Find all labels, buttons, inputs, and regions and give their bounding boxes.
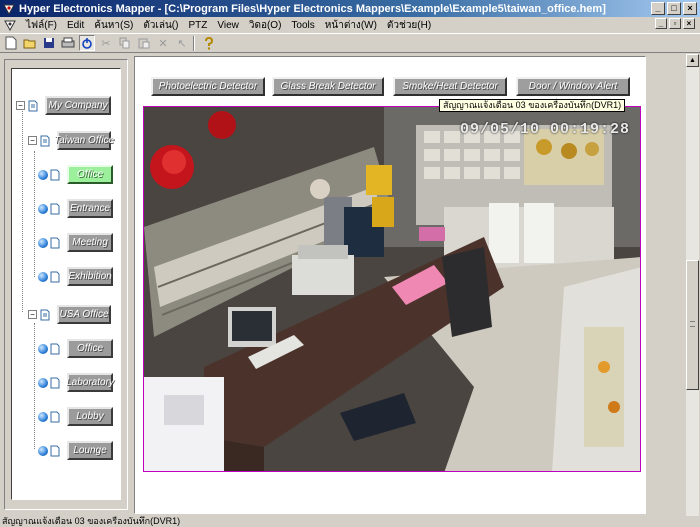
map-document-icon xyxy=(50,445,60,456)
window-title: Hyper Electronics Mapper - [C:\Program F… xyxy=(19,2,606,15)
tree-node-my-company[interactable]: − My Company xyxy=(16,96,111,115)
paste-icon[interactable] xyxy=(136,35,152,51)
vertical-scrollbar[interactable]: ▲ xyxy=(686,54,699,516)
collapse-icon[interactable]: − xyxy=(28,310,37,319)
copy-icon[interactable] xyxy=(117,35,133,51)
tree-label[interactable]: Entrance xyxy=(67,199,113,218)
tree-node-taiwan-office-office[interactable]: Office xyxy=(38,165,113,184)
map-document-icon xyxy=(50,411,60,422)
map-document-icon xyxy=(50,271,60,282)
map-view: Photoelectric Detector Glass Break Detec… xyxy=(134,56,646,514)
tree-label[interactable]: Exhibition xyxy=(67,267,113,286)
menu-video[interactable]: วิดอ(O) xyxy=(244,18,287,33)
delete-icon[interactable]: ✕ xyxy=(155,35,171,51)
tree-node-lounge[interactable]: Lounge xyxy=(38,441,113,460)
camera-bulb-icon xyxy=(38,203,48,214)
camera-bulb-icon xyxy=(38,377,48,388)
minimize-button[interactable]: _ xyxy=(651,2,665,15)
app-icon xyxy=(3,4,15,15)
map-document-icon xyxy=(50,237,60,248)
tree-line xyxy=(34,323,35,449)
map-document-icon xyxy=(50,343,60,354)
print-icon[interactable] xyxy=(60,35,76,51)
status-bar: สัญญาณแจ้งเตือน 03 ของเครื่องบันทึก(DVR1… xyxy=(2,516,181,526)
client-area: − My Company − Taiwan Office Office Entr… xyxy=(0,54,700,516)
map-tree-panel: − My Company − Taiwan Office Office Entr… xyxy=(4,59,128,510)
tree-label[interactable]: Meeting xyxy=(67,233,113,252)
camera-bulb-icon xyxy=(38,445,48,456)
title-bar[interactable]: Hyper Electronics Mapper - [C:\Program F… xyxy=(0,0,700,17)
save-icon[interactable] xyxy=(41,35,57,51)
camera-bulb-icon xyxy=(38,411,48,422)
camera-bulb-icon xyxy=(38,343,48,354)
tree-node-laboratory[interactable]: Laboratory xyxy=(38,373,114,392)
tree-node-entrance[interactable]: Entrance xyxy=(38,199,113,218)
menu-edit[interactable]: Edit xyxy=(62,20,89,31)
tree-label[interactable]: Office xyxy=(67,165,113,184)
menu-player[interactable]: ตัวเล่น() xyxy=(138,18,183,33)
scroll-up-icon[interactable]: ▲ xyxy=(686,54,699,67)
mdi-close-button[interactable]: × xyxy=(683,18,695,29)
maximize-button[interactable]: □ xyxy=(667,2,681,15)
map-tree: − My Company − Taiwan Office Office Entr… xyxy=(11,68,121,500)
menu-bar: ไฟล์(F) Edit ค้นหา(S) ตัวเล่น() PTZ View… xyxy=(0,17,700,33)
tree-line xyxy=(34,151,35,277)
app-window: Hyper Electronics Mapper - [C:\Program F… xyxy=(0,0,700,527)
tree-label[interactable]: Laboratory xyxy=(66,373,114,392)
camera-bulb-icon xyxy=(38,271,48,282)
photoelectric-detector-button[interactable]: Photoelectric Detector xyxy=(151,77,265,96)
tree-label[interactable]: My Company xyxy=(45,96,111,115)
toolbar-separator xyxy=(193,35,195,51)
collapse-icon[interactable]: − xyxy=(28,136,37,145)
menu-window[interactable]: หน้าต่าง(W) xyxy=(320,18,382,33)
mdi-caption-buttons: _ ▫ × xyxy=(655,18,697,29)
door-window-alert-button[interactable]: Door / Window Alert xyxy=(516,77,630,96)
camera-scene xyxy=(144,107,640,471)
tree-node-usa-office-office[interactable]: Office xyxy=(38,339,113,358)
tree-line xyxy=(22,104,23,312)
menu-ptz[interactable]: PTZ xyxy=(183,20,212,31)
toolbar: ✂ ✕ ↖ xyxy=(0,33,700,53)
close-button[interactable]: × xyxy=(683,2,697,15)
tree-label[interactable]: USA Office xyxy=(57,305,111,324)
power-icon[interactable] xyxy=(79,35,95,51)
scroll-thumb[interactable] xyxy=(686,260,699,390)
tree-node-exhibition[interactable]: Exhibition xyxy=(38,267,113,286)
menu-view[interactable]: View xyxy=(212,20,244,31)
mdi-restore-button[interactable]: ▫ xyxy=(669,18,681,29)
menu-search[interactable]: ค้นหา(S) xyxy=(89,18,138,33)
collapse-icon[interactable]: − xyxy=(16,101,25,110)
tree-label[interactable]: Lobby xyxy=(67,407,113,426)
smoke-heat-detector-button[interactable]: Smoke/Heat Detector xyxy=(393,77,507,96)
map-document-icon xyxy=(28,100,38,111)
mdi-minimize-button[interactable]: _ xyxy=(655,18,667,29)
new-icon[interactable] xyxy=(3,35,19,51)
map-document-icon xyxy=(50,377,60,388)
menu-tools[interactable]: Tools xyxy=(286,20,319,31)
alarm-tooltip: สัญญาณแจ้งเตือน 03 ของเครื่องบันทึก(DVR1… xyxy=(439,99,626,112)
tree-label[interactable]: Office xyxy=(67,339,113,358)
tree-label[interactable]: Taiwan Office xyxy=(54,131,114,150)
document-system-icon[interactable] xyxy=(3,18,17,32)
tree-node-meeting[interactable]: Meeting xyxy=(38,233,113,252)
menu-file[interactable]: ไฟล์(F) xyxy=(21,18,62,33)
map-document-icon xyxy=(50,169,60,180)
camera-bulb-icon xyxy=(38,237,48,248)
menu-help[interactable]: ตัวช่วย(H) xyxy=(382,18,436,33)
open-icon[interactable] xyxy=(22,35,38,51)
camera-timestamp: 09/05/10 00:19:28 xyxy=(459,121,630,138)
tree-node-taiwan-office[interactable]: − Taiwan Office xyxy=(28,131,114,150)
cut-icon[interactable]: ✂ xyxy=(98,35,114,51)
tree-label[interactable]: Lounge xyxy=(67,441,113,460)
map-document-icon xyxy=(50,203,60,214)
map-document-icon xyxy=(40,135,50,146)
map-document-icon xyxy=(40,309,50,320)
pointer-icon[interactable]: ↖ xyxy=(174,35,190,51)
camera-feed[interactable]: 09/05/10 00:19:28 xyxy=(143,106,641,472)
tree-node-usa-office[interactable]: − USA Office xyxy=(28,305,111,324)
help-icon[interactable] xyxy=(201,35,217,51)
camera-bulb-icon xyxy=(38,169,48,180)
glass-break-detector-button[interactable]: Glass Break Detector xyxy=(272,77,384,96)
tree-node-lobby[interactable]: Lobby xyxy=(38,407,113,426)
